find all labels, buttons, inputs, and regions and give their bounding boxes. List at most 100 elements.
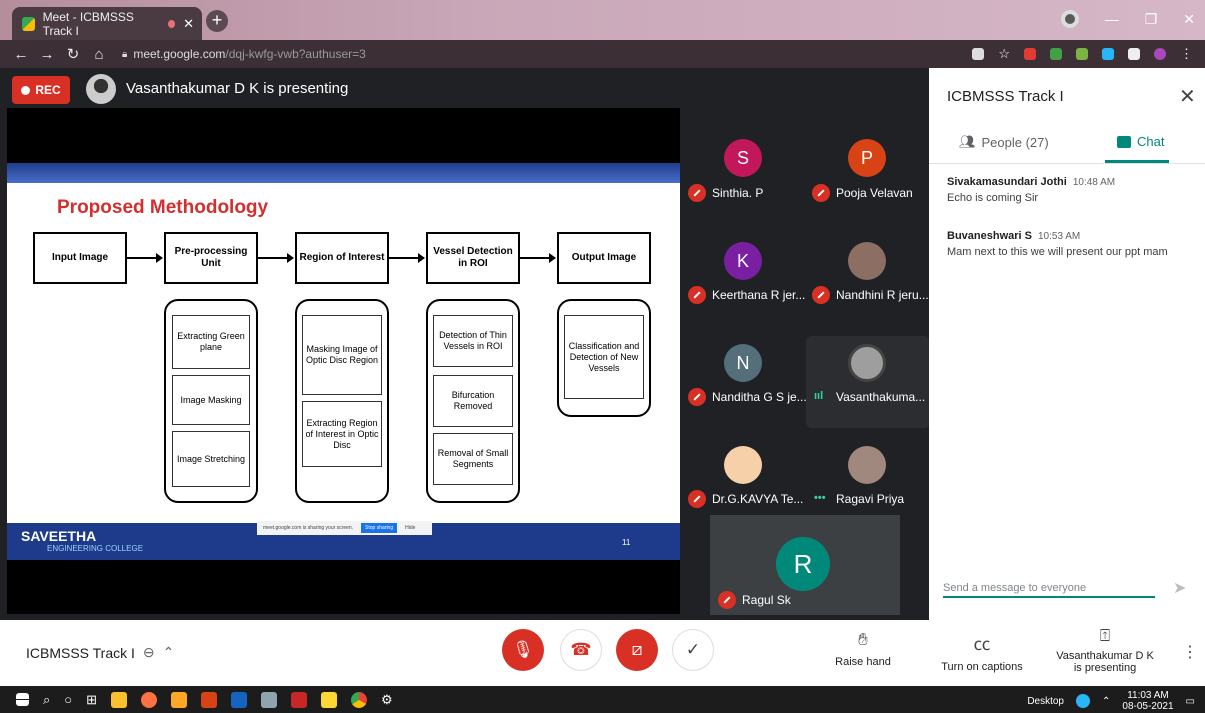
maximize-button[interactable]: ❐ (1145, 11, 1158, 28)
tray-chevron-icon[interactable]: ⌃ (1102, 696, 1110, 707)
side-panel: ICBMSSS Track I ✕ 👥︎ People (27) Chat Si… (929, 68, 1205, 620)
participant-avatar: S (724, 139, 762, 177)
presenting-button[interactable]: ⍐ Vasanthakumar D Kis presenting (1052, 626, 1158, 674)
paint-icon[interactable] (261, 691, 278, 708)
window-controls: — ❐ ✕ (1060, 10, 1195, 28)
address-bar: ← → ↻ ⌂ 🔒︎ meet.google.com/dqj-kwfg-vwb?… (0, 40, 1205, 68)
message-text: Mam next to this we will present our ppt… (947, 246, 1168, 258)
participant-tile[interactable]: N Nanditha G S je... (682, 336, 807, 428)
chrome-icon[interactable] (351, 691, 368, 708)
close-panel-icon[interactable]: ✕ (1179, 84, 1196, 109)
bookmark-star-icon[interactable]: ☆ (998, 46, 1010, 62)
browser-tab[interactable]: Meet - ICBMSSS Track I ✕ (12, 7, 202, 40)
desktop-toolbar[interactable]: Desktop (1027, 696, 1064, 707)
captions-button[interactable]: ㏄ Turn on captions (936, 630, 1028, 673)
extensions-puzzle-icon[interactable] (1128, 48, 1140, 60)
send-message-icon[interactable]: ➤ (1173, 578, 1186, 598)
shared-slide: Proposed Methodology Input Image Pre-pro… (7, 163, 680, 560)
camera-toggle-button[interactable]: ⧄ (616, 629, 658, 671)
participant-tile[interactable]: S Sinthia. P (682, 128, 806, 220)
step-input-image: Input Image (33, 232, 127, 284)
meeting-details[interactable]: ICBMSSS Track I ⊖ ⌃ (26, 644, 174, 661)
tab-people[interactable]: 👥︎ People (27) (959, 134, 1049, 150)
raise-hand-button[interactable]: ✋︎ Raise hand (830, 630, 896, 668)
settings-gear-icon[interactable]: ⚙ (381, 692, 393, 708)
forward-icon[interactable]: → (34, 46, 60, 63)
windows-start-icon[interactable] (16, 693, 29, 706)
tab-close-icon[interactable]: ✕ (183, 16, 194, 32)
participant-tile-large[interactable]: R Ragul Sk (710, 515, 900, 615)
firefox-icon[interactable] (141, 691, 158, 708)
participant-avatar: R (776, 537, 830, 591)
camera-off-icon: ⧄ (631, 640, 643, 659)
slide-top-bar (7, 163, 680, 183)
participant-tile[interactable]: Nandhini R jeru... (806, 234, 930, 326)
participant-tile[interactable]: K Keerthana R jer... (682, 234, 806, 326)
participant-photo (724, 446, 762, 484)
meeting-controls-bar: ICBMSSS Track I ⊖ ⌃ 🎙︎ ☎︎ ⧄ ✓ ✋︎ Raise ha… (0, 620, 1205, 686)
copy-link-icon: ⊖ (142, 644, 155, 660)
captions-icon: ㏄ (973, 635, 991, 654)
participant-name: Ragavi Priya (836, 492, 905, 506)
camera-icon[interactable] (972, 48, 985, 60)
word-icon[interactable] (231, 691, 248, 708)
mic-toggle-button[interactable]: 🎙︎ (502, 629, 544, 671)
sub-small-segments: Removal of Small Segments (433, 433, 513, 485)
reload-icon[interactable]: ↻ (60, 45, 86, 63)
presenter-avatar (86, 74, 116, 104)
extension-blue-icon[interactable] (1102, 48, 1114, 60)
minimize-button[interactable]: — (1105, 11, 1119, 27)
screen-share-notice: meet.google.com is sharing your screen. … (257, 521, 432, 535)
clock[interactable]: 11:03 AM 08-05-2021 (1122, 690, 1173, 712)
new-tab-button[interactable]: + (206, 10, 228, 32)
participant-name: Dr.G.KAVYA Te... (712, 492, 804, 506)
tab-chat[interactable]: Chat (1117, 134, 1164, 149)
participant-photo (848, 446, 886, 484)
participant-avatar: N (724, 344, 762, 382)
back-icon[interactable]: ← (8, 46, 34, 63)
participant-tile-speaking[interactable]: ııl Vasanthakuma... (806, 336, 930, 428)
participant-photo (848, 344, 886, 382)
lock-icon: 🔒︎ (122, 48, 128, 60)
file-explorer-icon[interactable] (321, 691, 338, 708)
mic-off-icon (688, 286, 706, 304)
sticky-notes-icon[interactable] (111, 691, 128, 708)
arrow-2 (258, 253, 294, 263)
mic-off-icon (688, 388, 706, 406)
cortana-icon[interactable]: ○ (64, 692, 72, 707)
extension-green-icon[interactable] (1050, 48, 1062, 60)
stop-sharing-button[interactable]: Stop sharing (361, 523, 398, 533)
profile-avatar-icon[interactable] (1154, 48, 1166, 60)
step-output-image: Output Image (557, 232, 651, 284)
speaking-indicator-icon: ııl (814, 390, 824, 402)
task-view-icon[interactable]: ⊞ (86, 692, 97, 708)
present-icon: ⍐ (1099, 626, 1111, 645)
chat-message-input[interactable]: Send a message to everyone (943, 578, 1155, 598)
hide-button[interactable]: Hide (405, 525, 415, 531)
home-icon[interactable]: ⌂ (86, 46, 112, 63)
arrow-4 (520, 253, 556, 263)
app-icon[interactable] (171, 691, 188, 708)
extension-check-icon[interactable] (1076, 48, 1088, 60)
step-preprocessing: Pre-processing Unit (164, 232, 258, 284)
leave-call-button[interactable]: ☎︎ (560, 629, 602, 671)
menu-dots-icon[interactable]: ⋮ (1180, 46, 1193, 62)
profile-icon[interactable] (1060, 10, 1079, 28)
url-field[interactable]: 🔒︎ meet.google.com/dqj-kwfg-vwb?authuser… (122, 47, 366, 61)
acrobat-icon[interactable] (291, 691, 308, 708)
help-icon[interactable] (1076, 694, 1090, 708)
college-logo-text: SAVEETHA (21, 528, 97, 544)
participant-tile[interactable]: P Pooja Velavan (806, 128, 930, 220)
message-sender: Buvaneshwari S 10:53 AM (947, 230, 1081, 242)
more-options-icon[interactable]: ⋮ (1182, 642, 1198, 662)
search-icon[interactable]: ⌕ (43, 692, 50, 708)
message-text: Echo is coming Sir (947, 192, 1039, 204)
extension-red-icon[interactable] (1024, 48, 1036, 60)
sub-extracting-green: Extracting Green plane (172, 315, 250, 369)
powerpoint-icon[interactable] (201, 691, 218, 708)
panel-divider (929, 163, 1205, 164)
url-path: /dqj-kwfg-vwb?authuser=3 (225, 47, 366, 61)
close-window-button[interactable]: ✕ (1183, 11, 1195, 28)
present-check-button[interactable]: ✓ (672, 629, 714, 671)
notifications-icon[interactable]: ▭ (1186, 696, 1195, 707)
